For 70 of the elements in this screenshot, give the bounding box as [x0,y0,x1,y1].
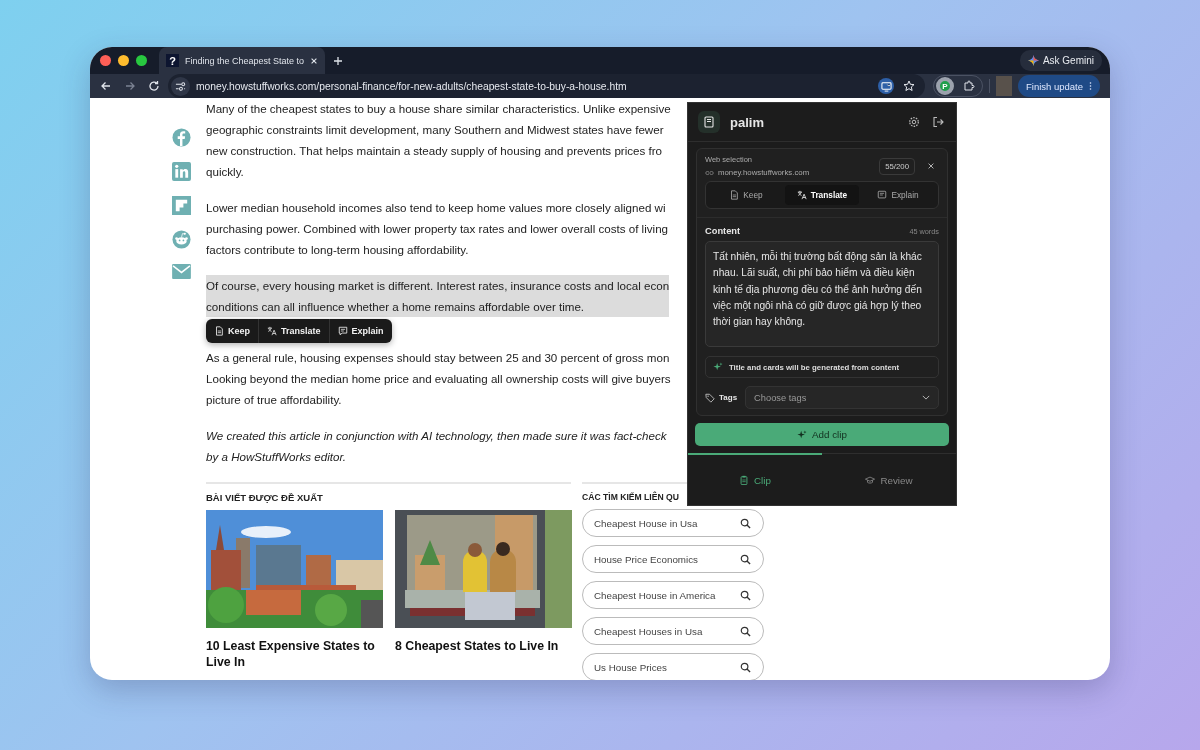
selection-action-button[interactable]: Translate [259,319,330,343]
settings-icon[interactable] [908,116,920,128]
close-tab-icon[interactable] [310,56,319,65]
close-window-icon[interactable] [100,55,111,66]
tab-title: Finding the Cheapest State to [185,55,305,66]
url-text: money.howstuffworks.com/personal-finance/for-new-adults/cheapest-state-to-buy-a-house.htm [196,80,627,92]
article-paragraph: As a general rule, housing expenses should stay between 25 and 30 percent of gross mon Looking beyond the median home price and evaluating all ownership costs will give buyers picture of true affordability. [206,350,671,408]
chevron-down-icon [922,395,930,400]
speech-bubble-icon [337,326,348,336]
related-search-chip[interactable]: Us House Prices [582,653,764,680]
link-icon [705,169,714,176]
related-search-chip[interactable]: Cheapest House in America [582,581,764,609]
search-icon [740,625,751,637]
more-icon [1089,81,1093,91]
content-label: Content [705,226,741,236]
action-tab[interactable]: Explain [861,185,935,205]
article-paragraph: Lower median household incomes also tend to keep home values more closely aligned wi purchasing power. Combined with lower property tax rates and lower overall costs of living factors contribute to long-term housing affordability. [206,200,669,258]
address-bar[interactable]: money.howstuffworks.com/personal-finance/for-new-adults/cheapest-state-to-buy-a-house.htm [168,74,925,98]
search-icon [740,589,751,601]
monitor-icon[interactable] [878,78,894,94]
document-icon [729,190,740,200]
zoom-window-icon[interactable] [136,55,147,66]
selection-action-button[interactable]: Keep [206,319,259,343]
note-icon [877,190,888,200]
tags-dropdown[interactable]: Choose tags [745,386,939,409]
minimize-window-icon[interactable] [118,55,129,66]
panel-tab[interactable]: Review [822,453,956,505]
article-paragraph: We created this article in conjunction with AI technology, then made sure it was fact-check by a HowStuffWorks editor. [206,428,667,465]
puzzle-icon[interactable] [963,80,975,92]
star-icon[interactable] [903,80,915,92]
close-icon[interactable] [927,162,935,170]
translate-icon [796,190,807,200]
graduation-cap-icon [865,475,876,485]
back-arrow-icon[interactable] [100,80,112,92]
finish-update-button[interactable]: Finish update [1018,75,1101,97]
add-clip-button[interactable]: Add clip [695,423,949,446]
reload-icon[interactable] [148,80,160,92]
related-search-chip[interactable]: House Price Economics [582,545,764,573]
panel-tab[interactable]: Clip [688,453,822,505]
logout-icon[interactable] [932,116,944,128]
action-tab[interactable]: Keep [709,185,783,205]
section-heading: BÀI VIẾT ĐƯỢC ĐỀ XUẤT [206,492,324,503]
article-paragraph: Of course, every housing market is different. Interest rates, insurance costs and local econ conditions can all influence whether a home remains affordable over time. [206,275,670,317]
article-paragraph: Many of the cheapest states to buy a house share similar characteristics. Unlike expensive geographic constraints limit development, many Southern and Midwest states have fewer new construction. That helps maintain a steady supply of housing and prevents prices fro quickly. [206,101,671,180]
sparkle-icon [713,362,723,372]
related-search-chip[interactable]: Cheapest House in Usa [582,509,764,537]
search-icon [740,517,751,529]
app-title: palim [730,114,764,130]
app-logo-icon [698,111,720,133]
browser-tab[interactable]: ? Finding the Cheapest State to [159,47,326,74]
tags-label: Tags [719,393,738,402]
new-tab-icon[interactable] [333,55,344,66]
section-heading: CÁC TÌM KIẾM LIÊN QU [582,492,680,502]
article-link[interactable]: 8 Cheapest States to Live In [395,638,572,654]
article-link[interactable]: 10 Least Expensive States to Live In [206,638,383,670]
action-tab[interactable]: Translate [785,185,859,205]
tag-icon [705,392,715,403]
clipboard-icon [739,475,750,485]
related-search-chip[interactable]: Cheapest Houses in Usa [582,617,764,645]
sparkle-icon [797,429,808,440]
site-favicon: ? [166,54,179,67]
translate-icon [267,326,277,336]
sparkle-icon [1027,55,1039,66]
site-settings-icon[interactable] [171,76,190,96]
document-icon [214,326,224,336]
search-icon [740,553,751,565]
selection-action-button[interactable]: Explain [329,319,392,343]
search-icon [740,661,751,673]
content-field[interactable]: Tất nhiên, mỗi thị trường bất động sản là khác nhau. Lãi suất, chi phí bảo hiểm và điều kiện kinh tế địa phương đều có thể ảnh hưởng đến việc một ngôi nhà có giữ được giá hợp lý theo thời gian hay không. [705,241,939,347]
ask-gemini-button[interactable]: Ask Gemini [1019,50,1102,71]
